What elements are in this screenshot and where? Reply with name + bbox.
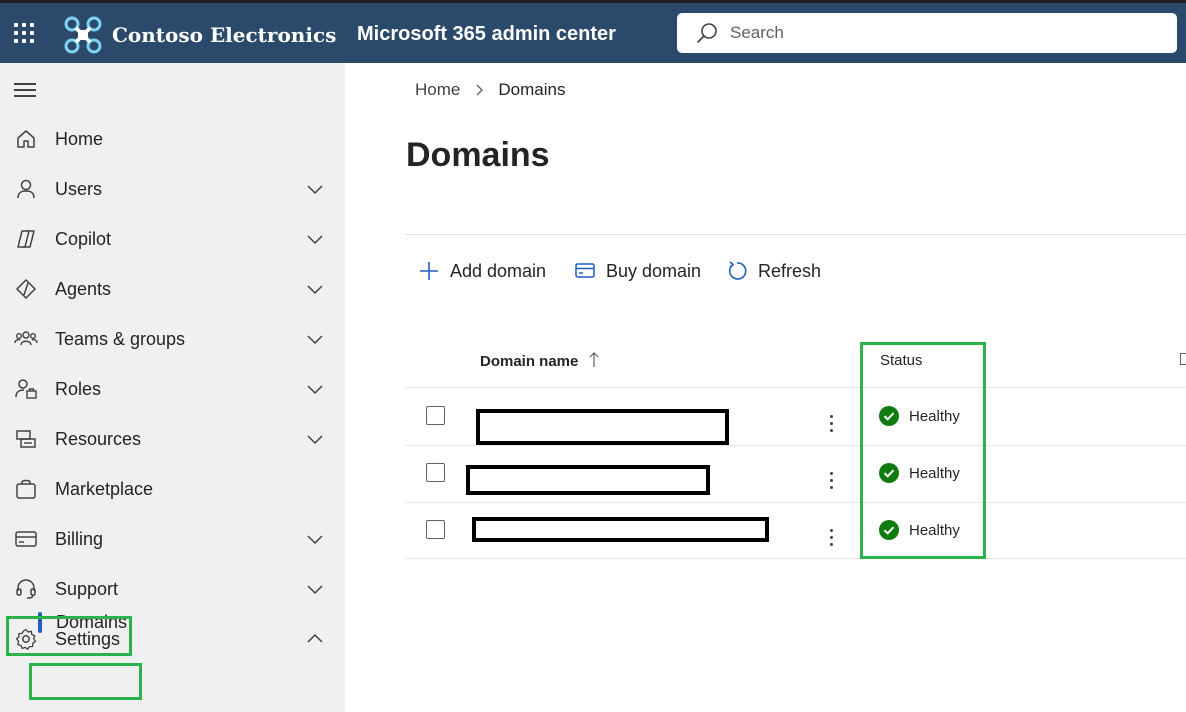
chevron-down-icon[interactable] [305,179,325,199]
headset-icon [14,577,38,601]
sidebar-item-home[interactable]: Home [0,117,345,161]
chevron-down-icon[interactable] [305,379,325,399]
credit-card-icon [14,527,38,551]
add-domain-label: Add domain [450,260,547,281]
more-options-icon[interactable] [829,470,835,490]
row-checkbox[interactable] [426,520,445,539]
chevron-down-icon[interactable] [305,529,325,549]
home-icon [14,127,38,151]
sidebar-item-label: Users [55,178,103,199]
refresh-label: Refresh [758,260,822,281]
redacted-domain-name [476,409,729,445]
roles-icon [14,377,38,401]
row-divider [405,502,1186,503]
column-header-label: Domain name [480,353,579,370]
resources-icon [14,427,38,451]
plus-icon [420,262,438,280]
sidebar-item-label: Support [55,578,119,599]
more-options-icon[interactable] [829,413,835,433]
highlight-domains [29,663,142,700]
teams-icon [14,327,38,351]
sidebar-item-users[interactable]: Users [0,167,345,211]
sidebar-item-agents[interactable]: Agents [0,267,345,311]
sidebar-item-resources[interactable]: Resources [0,417,345,461]
app-launcher-icon[interactable] [14,23,35,44]
redacted-domain-name [466,465,710,495]
app-title[interactable]: Microsoft 365 admin center [357,23,616,46]
highlight-settings [6,616,132,656]
sidebar-item-marketplace[interactable]: Marketplace [0,467,345,511]
page-title: Domains [406,136,550,174]
row-divider [405,445,1186,446]
refresh-button[interactable]: Refresh [726,257,821,285]
shopping-bag-icon [14,477,38,501]
chevron-down-icon[interactable] [305,429,325,449]
credit-card-icon [575,263,595,278]
buy-domain-label: Buy domain [606,260,702,281]
sidebar-item-label: Billing [55,528,104,549]
sidebar-item-roles[interactable]: Roles [0,367,345,411]
chevron-down-icon[interactable] [305,229,325,249]
redacted-domain-name [472,517,769,542]
breadcrumb-home[interactable]: Home [415,80,460,100]
sidebar-item-label: Marketplace [55,478,154,499]
drone-logo-icon [64,16,102,54]
row-divider [405,558,1186,559]
sidebar-item-label: Roles [55,378,102,399]
sidebar-item-teams-groups[interactable]: Teams & groups [0,317,345,361]
chevron-down-icon[interactable] [305,579,325,599]
add-domain-button[interactable]: Add domain [418,257,546,285]
breadcrumb: Home Domains [415,80,565,100]
chevron-down-icon[interactable] [305,279,325,299]
brand-name: Contoso Electronics [112,23,337,47]
chevron-down-icon[interactable] [305,329,325,349]
sidebar-item-label: Teams & groups [55,328,186,349]
hamburger-menu-icon[interactable] [14,83,36,97]
row-checkbox[interactable] [426,463,445,482]
sort-ascending-icon [589,352,598,367]
buy-domain-button[interactable]: Buy domain [574,257,701,285]
agents-icon [14,277,38,301]
user-icon [14,177,38,201]
search-input[interactable] [730,23,1130,43]
sidebar-item-label: Home [55,128,104,149]
copilot-icon [14,227,38,251]
search-icon [697,23,717,43]
sidebar-item-label: Resources [55,428,142,449]
column-header-domain-name[interactable]: Domain name [480,352,599,370]
sidebar-item-label: Copilot [55,228,112,249]
highlight-status-column [860,342,986,559]
header-divider [405,387,1186,388]
row-checkbox[interactable] [426,406,445,425]
column-options-icon[interactable] [1180,353,1186,365]
search-box[interactable] [677,13,1177,53]
top-bar: Contoso Electronics Microsoft 365 admin … [0,0,1186,63]
refresh-icon [728,261,747,280]
brand-logo[interactable]: Contoso Electronics [64,15,336,55]
breadcrumb-current: Domains [498,80,566,99]
sidebar-item-label: Agents [55,278,112,299]
divider [405,234,1186,235]
more-options-icon[interactable] [829,527,835,547]
sidebar-item-billing[interactable]: Billing [0,517,345,561]
chevron-right-icon [476,84,484,96]
sidebar-item-copilot[interactable]: Copilot [0,217,345,261]
